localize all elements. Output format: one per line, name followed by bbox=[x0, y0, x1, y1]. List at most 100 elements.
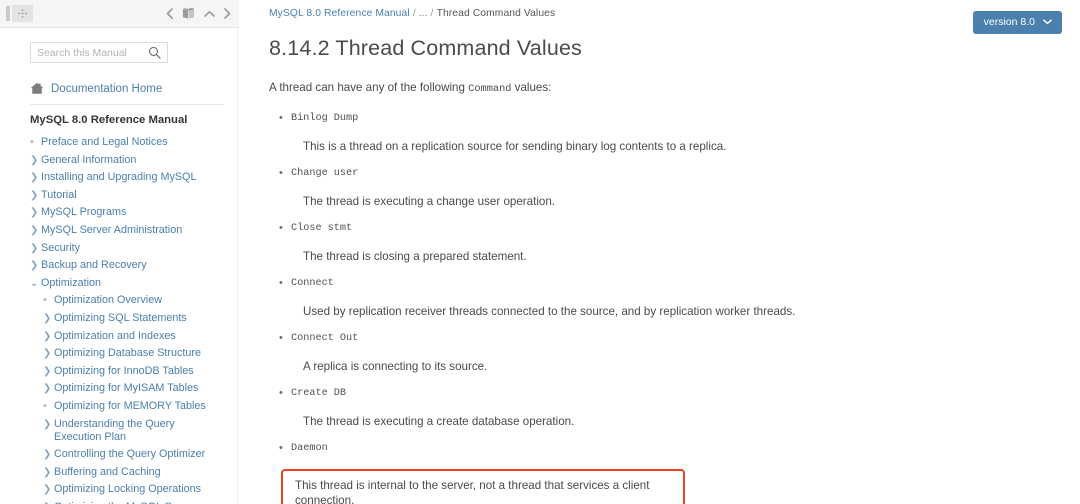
sidebar-item[interactable]: ▪ Preface and Legal Notices bbox=[30, 136, 223, 149]
sidebar-manual-title: MySQL 8.0 Reference Manual bbox=[30, 114, 188, 126]
bullet-icon: ▪ bbox=[43, 399, 47, 412]
sidebar-item-label: Security bbox=[41, 241, 81, 254]
command-value-entry: Create DB The thread is executing a creat… bbox=[279, 386, 1080, 429]
search-box[interactable] bbox=[30, 42, 168, 63]
sidebar-item-label: Preface and Legal Notices bbox=[41, 136, 168, 148]
sidebar-item[interactable]: ❯ Optimizing for InnoDB Tables bbox=[30, 365, 223, 378]
sidebar-item[interactable]: ❯ Installing and Upgrading MySQL bbox=[30, 171, 223, 184]
sidebar-item-label: General Information bbox=[41, 153, 137, 166]
sidebar-item[interactable]: ❯ Understanding the Query Execution Plan bbox=[30, 418, 223, 444]
sidebar-item[interactable]: ❯ General Information bbox=[30, 154, 223, 167]
sidebar-item-label: Backup and Recovery bbox=[41, 259, 147, 272]
chevron-right-icon[interactable]: ❯ bbox=[30, 189, 41, 202]
drag-handle[interactable] bbox=[6, 6, 10, 21]
sidebar-item-label: Optimizing SQL Statements bbox=[54, 311, 187, 324]
version-selector[interactable]: version 8.0 bbox=[972, 11, 1062, 34]
sidebar-item[interactable]: ⌄ Optimization bbox=[30, 277, 223, 290]
chevron-right-icon[interactable]: ❯ bbox=[43, 418, 54, 431]
breadcrumb-ellipsis[interactable]: ... bbox=[419, 8, 428, 19]
breadcrumb-separator-2: / bbox=[430, 8, 434, 19]
command-value-term: Daemon bbox=[279, 441, 1080, 456]
sidebar-item[interactable]: ❯ MySQL Programs bbox=[30, 206, 223, 219]
search-icon[interactable] bbox=[148, 46, 161, 59]
documentation-home-label: Documentation Home bbox=[51, 82, 163, 95]
chevron-right-icon[interactable]: ❯ bbox=[43, 466, 54, 479]
command-value-description: A replica is connecting to its source. bbox=[303, 360, 488, 373]
sidebar-item-label: Optimizing Locking Operations bbox=[54, 483, 202, 496]
breadcrumb: MySQL 8.0 Reference Manual /... / Thread Co… bbox=[269, 8, 1080, 19]
chevron-right-icon[interactable]: ❯ bbox=[30, 171, 41, 184]
sidebar-item[interactable]: ❯ Optimization and Indexes bbox=[30, 330, 223, 343]
sidebar-item[interactable]: ❯ Optimizing Database Structure bbox=[30, 347, 223, 360]
sidebar-item[interactable]: ❯ MySQL Server Administration bbox=[30, 224, 223, 237]
command-values-list: Binlog Dump This is a thread on a replica… bbox=[269, 111, 1080, 504]
breadcrumb-current: Thread Command Values bbox=[436, 8, 556, 19]
command-value-description: The thread is executing a change user op… bbox=[303, 195, 556, 208]
book-icon[interactable] bbox=[182, 7, 195, 20]
command-value-description: Used by replication receiver threads con… bbox=[303, 305, 796, 318]
command-value-entry: Close stmt The thread is closing a prepar… bbox=[279, 221, 1080, 264]
sidebar-item[interactable]: ▪ Optimizing for MEMORY Tables bbox=[30, 400, 223, 413]
move-icon[interactable] bbox=[12, 5, 33, 22]
sidebar-item[interactable]: ❯ Optimizing SQL Statements bbox=[30, 312, 223, 325]
version-selector-label: version 8.0 bbox=[983, 16, 1035, 28]
sidebar-item[interactable]: ❯ Tutorial bbox=[30, 189, 223, 202]
intro-inline-code: Command bbox=[468, 83, 512, 95]
chevron-right-icon[interactable]: ❯ bbox=[30, 206, 41, 219]
search-input[interactable] bbox=[31, 45, 139, 60]
command-value-term: Connect bbox=[279, 276, 1080, 291]
intro-paragraph: A thread can have any of the following C… bbox=[269, 81, 1080, 95]
command-value-term: Connect Out bbox=[279, 331, 1080, 346]
topbar-nav-group bbox=[166, 7, 240, 20]
intro-text-after: values: bbox=[511, 81, 552, 94]
sidebar-item-label: Buffering and Caching bbox=[54, 465, 161, 478]
chevron-right-icon[interactable]: ❯ bbox=[43, 483, 54, 496]
chevron-right-icon[interactable]: ❯ bbox=[30, 154, 41, 167]
intro-text-before: A thread can have any of the following bbox=[269, 81, 469, 94]
sidebar-item-label: Optimization Overview bbox=[54, 294, 163, 307]
sidebar-item[interactable]: ❯ Optimizing for MyISAM Tables bbox=[30, 382, 223, 395]
chevron-right-icon[interactable]: ❯ bbox=[30, 242, 41, 255]
prev-chapter-icon[interactable] bbox=[166, 8, 173, 19]
sidebar-item-label: Understanding the Query Execution Plan bbox=[54, 417, 175, 443]
sidebar-item[interactable]: ▪ Optimization Overview bbox=[30, 294, 223, 307]
sidebar-item-label: MySQL Programs bbox=[41, 206, 127, 219]
breadcrumb-root-link[interactable]: MySQL 8.0 Reference Manual bbox=[269, 8, 410, 19]
chevron-right-icon[interactable]: ❯ bbox=[30, 224, 41, 237]
chevron-right-icon[interactable]: ❯ bbox=[43, 347, 54, 360]
sidebar-item[interactable]: ❯ Controlling the Query Optimizer bbox=[30, 448, 223, 461]
command-value-description: This is a thread on a replication source… bbox=[303, 140, 727, 153]
next-chapter-icon[interactable] bbox=[224, 8, 231, 19]
command-value-term: Create DB bbox=[279, 386, 1080, 401]
chevron-right-icon[interactable]: ❯ bbox=[43, 312, 54, 325]
chevron-right-icon[interactable]: ❯ bbox=[30, 259, 41, 272]
sidebar-item[interactable]: ❯ Backup and Recovery bbox=[30, 259, 223, 272]
topbar-left-group bbox=[0, 5, 33, 22]
sidebar-item[interactable]: ❯ Security bbox=[30, 242, 223, 255]
breadcrumb-separator-1: / bbox=[412, 8, 416, 19]
command-value-entry: Connect Used by replication receiver thre… bbox=[279, 276, 1080, 319]
chevron-down-icon[interactable]: ⌄ bbox=[30, 277, 41, 290]
sidebar-nav-list: ▪ Preface and Legal Notices ❯ General Infor… bbox=[30, 136, 223, 504]
bullet-icon: ▪ bbox=[43, 294, 47, 307]
sidebar-item-documentation-home[interactable]: Documentation Home bbox=[30, 82, 223, 95]
command-value-term: Binlog Dump bbox=[279, 111, 1080, 126]
command-value-term: Close stmt bbox=[279, 221, 1080, 236]
page-title: 8.14.2 Thread Command Values bbox=[269, 36, 582, 60]
sidebar-divider bbox=[30, 104, 224, 105]
chevron-right-icon[interactable]: ❯ bbox=[43, 330, 54, 343]
chevron-right-icon[interactable]: ❯ bbox=[43, 448, 54, 461]
sidebar-item[interactable]: ❯ Optimizing Locking Operations bbox=[30, 483, 223, 496]
sidebar-item-label: Optimization bbox=[41, 276, 102, 289]
command-value-entry: Change user The thread is executing a cha… bbox=[279, 166, 1080, 209]
sidebar-item-label: MySQL Server Administration bbox=[41, 223, 183, 236]
chevron-right-icon[interactable]: ❯ bbox=[43, 365, 54, 378]
chevron-down-icon bbox=[1043, 18, 1052, 27]
home-icon bbox=[30, 82, 44, 95]
browser-top-bar bbox=[0, 0, 240, 28]
sidebar-item-label: Controlling the Query Optimizer bbox=[54, 448, 206, 461]
sidebar-item[interactable]: ❯ Buffering and Caching bbox=[30, 466, 223, 479]
chevron-right-icon[interactable]: ❯ bbox=[43, 382, 54, 395]
sidebar-item-label: Optimizing Database Structure bbox=[54, 347, 202, 360]
up-chapter-icon[interactable] bbox=[204, 10, 215, 18]
